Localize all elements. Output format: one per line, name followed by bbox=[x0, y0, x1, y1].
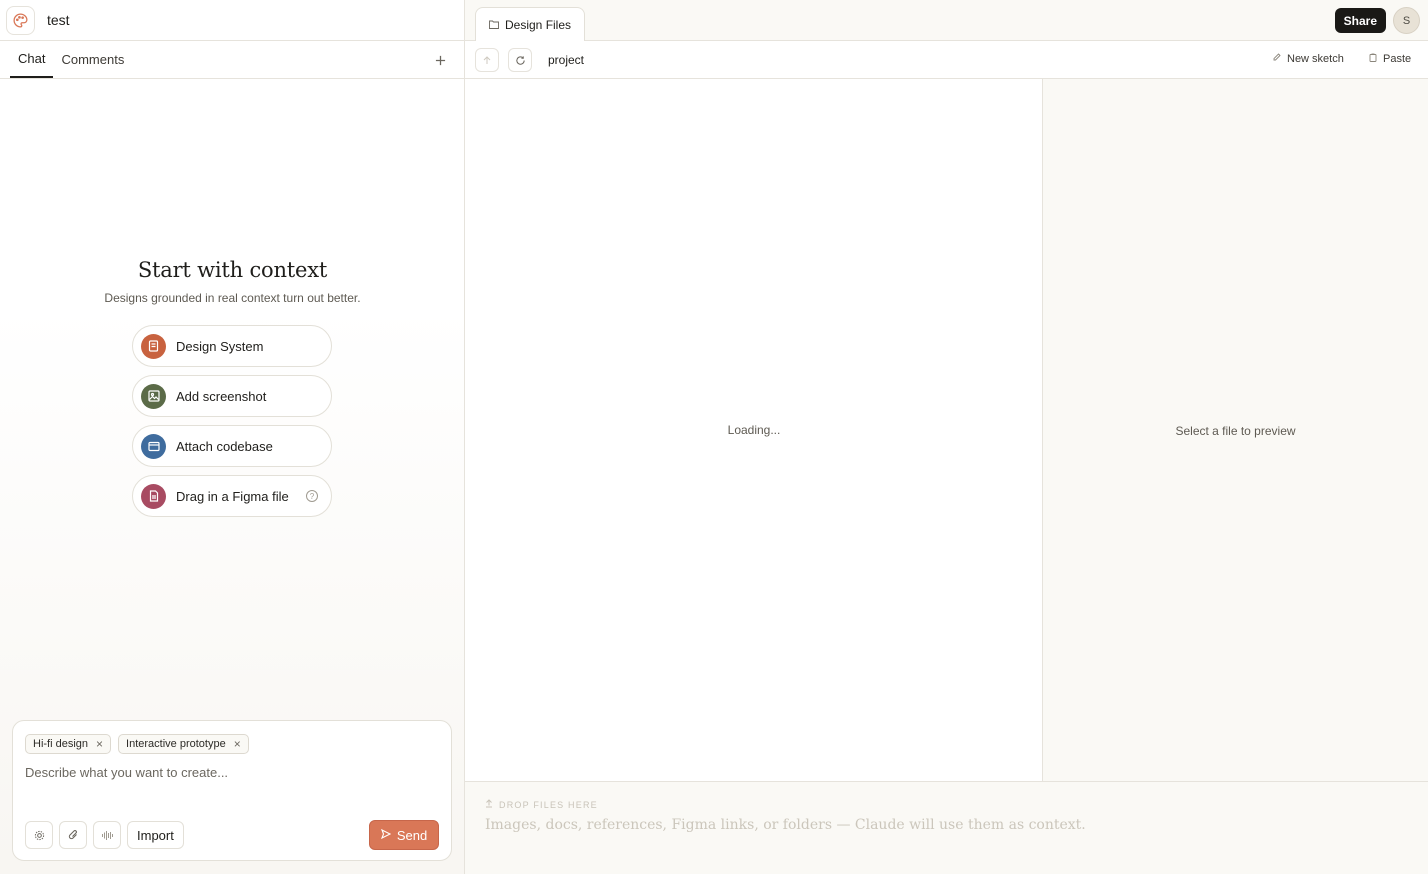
preview-empty-text: Select a file to preview bbox=[1175, 424, 1296, 438]
project-name[interactable]: test bbox=[47, 12, 70, 28]
context-title: Start with context bbox=[137, 258, 328, 282]
refresh-icon[interactable] bbox=[508, 48, 532, 72]
avatar[interactable]: S bbox=[1393, 7, 1420, 34]
chip-interactive-prototype: Interactive prototype × bbox=[118, 734, 249, 754]
folder-outline-icon bbox=[489, 18, 499, 32]
chip-hifi-design: Hi-fi design × bbox=[25, 734, 112, 754]
share-button[interactable]: Share bbox=[1334, 8, 1386, 33]
project-header: test bbox=[0, 0, 464, 41]
tab-design-files[interactable]: Design Files bbox=[475, 7, 586, 41]
clipboard-icon bbox=[1369, 53, 1377, 65]
figma-file-icon bbox=[141, 483, 166, 509]
context-options: Design System Add screenshot Attach code… bbox=[132, 325, 332, 525]
pencil-icon bbox=[1273, 53, 1281, 65]
add-screenshot-button[interactable]: Add screenshot bbox=[132, 375, 332, 417]
audio-waveform-icon[interactable] bbox=[93, 821, 121, 849]
send-button[interactable]: Send bbox=[369, 820, 439, 850]
drop-title-text: DROP FILES HERE bbox=[499, 799, 598, 810]
book-icon bbox=[141, 333, 166, 359]
remove-chip-icon[interactable]: × bbox=[234, 737, 241, 751]
composer-tools: Import bbox=[25, 821, 184, 849]
context-subtitle: Designs grounded in real context turn ou… bbox=[104, 291, 361, 305]
files-toolbar: project New sketch Paste bbox=[465, 41, 1428, 79]
tab-comments[interactable]: Comments bbox=[53, 41, 132, 78]
remove-chip-icon[interactable]: × bbox=[96, 737, 103, 751]
figma-file-button[interactable]: Drag in a Figma file ? bbox=[132, 475, 332, 517]
new-sketch-label: New sketch bbox=[1287, 53, 1344, 65]
option-label: Design System bbox=[176, 338, 264, 354]
paperclip-icon[interactable] bbox=[59, 821, 87, 849]
attach-codebase-button[interactable]: Attach codebase bbox=[132, 425, 332, 467]
option-label: Drag in a Figma file bbox=[176, 488, 289, 504]
drop-title: DROP FILES HERE bbox=[485, 799, 598, 810]
send-label: Send bbox=[396, 827, 428, 843]
file-list: Loading... bbox=[465, 79, 1043, 781]
upload-icon bbox=[485, 799, 493, 810]
drop-description: Images, docs, references, Figma links, o… bbox=[485, 817, 1086, 833]
help-icon[interactable]: ? bbox=[306, 490, 318, 502]
drop-zone[interactable]: DROP FILES HERE Images, docs, references… bbox=[465, 781, 1428, 874]
new-sketch-button[interactable]: New sketch bbox=[1273, 53, 1344, 65]
tab-label: Design Files bbox=[505, 17, 572, 32]
chat-panel: test Chat Comments Start with context De… bbox=[0, 0, 465, 874]
folder-icon bbox=[141, 433, 166, 459]
chip-label: Hi-fi design bbox=[33, 738, 89, 750]
breadcrumb[interactable]: project bbox=[548, 53, 584, 67]
file-preview: Select a file to preview bbox=[1043, 79, 1428, 781]
up-arrow-icon[interactable] bbox=[475, 48, 499, 72]
image-icon bbox=[141, 383, 166, 409]
design-system-button[interactable]: Design System bbox=[132, 325, 332, 367]
context-intro: Start with context Designs grounded in r… bbox=[0, 258, 465, 305]
loading-text: Loading... bbox=[727, 423, 781, 437]
import-button[interactable]: Import bbox=[127, 821, 184, 849]
paste-button[interactable]: Paste bbox=[1369, 53, 1411, 65]
option-label: Add screenshot bbox=[176, 388, 267, 404]
design-files-panel: Design Files Share S project New sketch … bbox=[465, 0, 1428, 874]
option-label: Attach codebase bbox=[176, 438, 273, 454]
send-arrow-icon bbox=[380, 828, 392, 842]
paste-label: Paste bbox=[1383, 53, 1412, 65]
chip-label: Interactive prototype bbox=[126, 738, 226, 750]
palette-logo-icon[interactable] bbox=[6, 5, 35, 35]
prompt-composer: Hi-fi design × Interactive prototype × I… bbox=[12, 720, 452, 861]
style-chips: Hi-fi design × Interactive prototype × bbox=[25, 734, 249, 754]
tab-chat[interactable]: Chat bbox=[10, 41, 54, 78]
right-header: Design Files Share S bbox=[465, 0, 1428, 41]
prompt-input[interactable] bbox=[25, 765, 435, 780]
settings-gear-icon[interactable] bbox=[25, 821, 53, 849]
chat-tabs: Chat Comments bbox=[0, 41, 464, 79]
new-chat-plus-icon[interactable] bbox=[430, 50, 450, 70]
